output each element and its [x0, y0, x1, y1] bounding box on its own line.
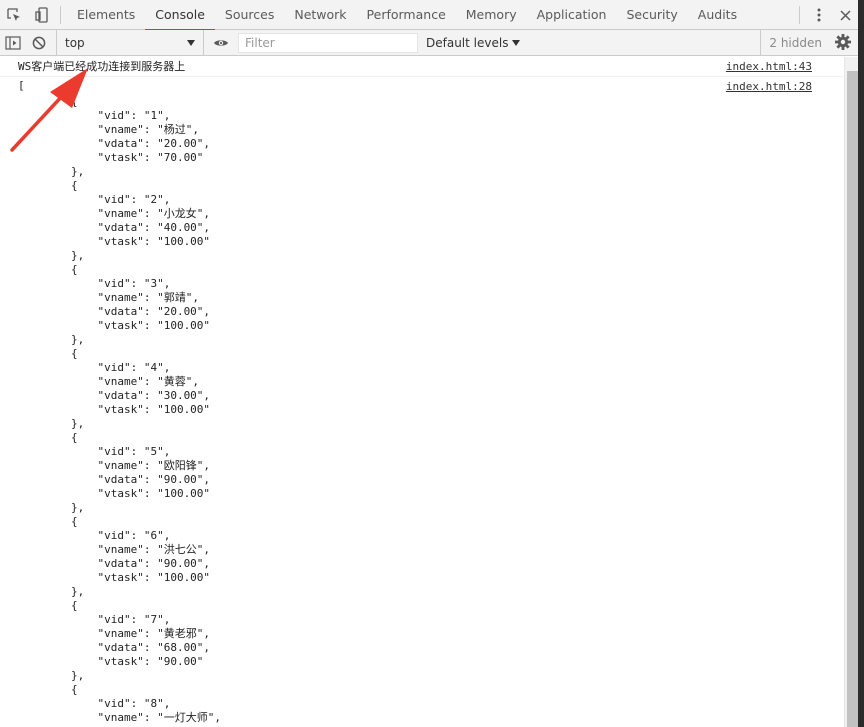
json-object-open: {: [18, 431, 78, 444]
json-field-vname: "vname": "黄蓉",: [18, 375, 199, 388]
console-message: WS客户端已经成功连接到服务器上 index.html:43: [0, 57, 844, 77]
json-field-vid: "vid": "1",: [18, 109, 171, 122]
context-selector-value: top: [65, 35, 85, 50]
tab-sources[interactable]: Sources: [215, 0, 284, 30]
json-field-vid: "vid": "2",: [18, 193, 171, 206]
tab-audits[interactable]: Audits: [688, 0, 747, 30]
window-edge: [858, 0, 864, 727]
json-field-vdata: "vdata": "68.00",: [18, 641, 211, 654]
console-toolbar: top Default levels 2 hidden: [0, 29, 864, 56]
hidden-messages-count: 2 hidden: [760, 30, 822, 56]
json-field-vtask: "vtask": "100.00": [18, 319, 211, 332]
json-object-open: {: [18, 95, 78, 108]
json-field-vname: "vname": "小龙女",: [18, 207, 210, 220]
json-object-open: {: [18, 347, 78, 360]
json-field-vtask: "vtask": "100.00": [18, 487, 211, 500]
eye-icon[interactable]: [208, 30, 234, 56]
json-field-vid: "vid": "7",: [18, 613, 171, 626]
json-field-vid: "vid": "6",: [18, 529, 171, 542]
json-field-vname: "vname": "黄老邪",: [18, 627, 210, 640]
json-field-vtask: "vtask": "100.00": [18, 235, 211, 248]
json-field-vdata: "vdata": "90.00",: [18, 557, 211, 570]
json-object-close: },: [18, 669, 85, 682]
tabbar-right-controls: [793, 0, 864, 30]
json-field-vdata: "vdata": "20.00",: [18, 137, 211, 150]
tab-performance[interactable]: Performance: [357, 0, 456, 30]
json-field-vname: "vname": "欧阳锋",: [18, 459, 210, 472]
json-field-vtask: "vtask": "100.00": [18, 571, 211, 584]
json-object-close: },: [18, 165, 85, 178]
json-field-vname: "vname": "一灯大师",: [18, 711, 221, 724]
json-object-open: {: [18, 515, 78, 528]
json-object-open: {: [18, 683, 78, 696]
tab-elements[interactable]: Elements: [67, 0, 145, 30]
json-field-vdata: "vdata": "30.00",: [18, 389, 211, 402]
clear-console-icon[interactable]: [26, 30, 52, 56]
gear-icon[interactable]: [834, 33, 852, 54]
json-object-open: {: [18, 263, 78, 276]
json-field-vid: "vid": "5",: [18, 445, 171, 458]
toolbar-divider: [60, 5, 61, 24]
json-field-vname: "vname": "杨过",: [18, 123, 199, 136]
dropdown-arrow-icon: [512, 39, 521, 46]
json-object-close: },: [18, 585, 85, 598]
json-field-vdata: "vdata": "40.00",: [18, 221, 211, 234]
source-link[interactable]: index.html:43: [726, 59, 812, 75]
toolbar-divider: [799, 6, 800, 24]
json-object-close: },: [18, 249, 85, 262]
tab-security[interactable]: Security: [616, 0, 687, 30]
device-toolbar-icon[interactable]: [28, 0, 56, 30]
filter-wrapper: [234, 32, 424, 53]
console-message-json: [ index.html:28 { "vid": "1", "vname": "…: [0, 77, 844, 727]
close-icon[interactable]: [832, 0, 858, 30]
json-object-close: },: [18, 501, 85, 514]
json-field-vname: "vname": "洪七公",: [18, 543, 210, 556]
context-selector[interactable]: top: [56, 29, 204, 56]
tab-network[interactable]: Network: [284, 0, 356, 30]
json-object-open: {: [18, 599, 78, 612]
json-field-vid: "vid": "8",: [18, 697, 171, 710]
json-object-open: {: [18, 179, 78, 192]
log-levels-dropdown[interactable]: Default levels: [426, 35, 521, 50]
json-field-vtask: "vtask": "100.00": [18, 403, 211, 416]
tab-console[interactable]: Console: [145, 0, 215, 31]
json-field-vtask: "vtask": "70.00": [18, 151, 204, 164]
tab-application[interactable]: Application: [527, 0, 617, 30]
json-field-vname: "vname": "郭靖",: [18, 291, 199, 304]
json-object-close: },: [18, 417, 85, 430]
console-message-text: WS客户端已经成功连接到服务器上: [18, 60, 186, 73]
console-log[interactable]: WS客户端已经成功连接到服务器上 index.html:43 [ index.h…: [0, 57, 844, 727]
dropdown-arrow-icon: [187, 39, 195, 46]
tab-memory[interactable]: Memory: [456, 0, 527, 30]
inspect-icon[interactable]: [0, 0, 28, 30]
json-field-vdata: "vdata": "90.00",: [18, 473, 211, 486]
devtools-window: Elements Console Sources Network Performance…: [0, 0, 864, 727]
json-field-vid: "vid": "3",: [18, 277, 171, 290]
json-field-vdata: "vdata": "20.00",: [18, 305, 211, 318]
json-open-bracket: [: [18, 79, 25, 92]
json-field-vtask: "vtask": "90.00": [18, 655, 204, 668]
json-object-close: },: [18, 333, 85, 346]
log-levels-label: Default levels: [426, 35, 509, 50]
more-vert-icon[interactable]: [806, 0, 832, 30]
sidebar-toggle-icon[interactable]: [0, 30, 26, 56]
panel-tabs: Elements Console Sources Network Performance…: [67, 0, 747, 31]
json-field-vid: "vid": "4",: [18, 361, 171, 374]
devtools-tabbar: Elements Console Sources Network Performance…: [0, 0, 864, 31]
filter-input[interactable]: [238, 32, 418, 53]
json-body: { "vid": "1", "vname": "杨过", "vdata": "2…: [18, 93, 844, 725]
